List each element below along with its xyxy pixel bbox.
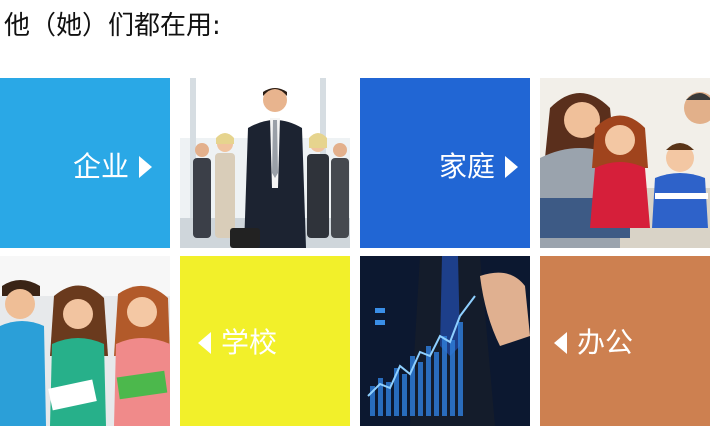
chevron-right-icon bbox=[505, 156, 518, 178]
tile-office-label: 办公 bbox=[577, 326, 634, 359]
tile-family[interactable]: 家庭 bbox=[360, 78, 530, 248]
page-heading: 他（她）们都在用: bbox=[4, 11, 221, 41]
tile-enterprise-label: 企业 bbox=[72, 150, 129, 183]
business-people-photo bbox=[180, 78, 350, 248]
tile-school-label: 学校 bbox=[221, 326, 278, 359]
business-growth-photo bbox=[360, 256, 530, 426]
tile-office[interactable]: 办公 bbox=[540, 256, 710, 426]
family-photo bbox=[540, 78, 710, 248]
chevron-right-icon bbox=[139, 156, 152, 178]
chevron-left-icon bbox=[554, 332, 567, 354]
chevron-left-icon bbox=[198, 332, 211, 354]
tile-family-label: 家庭 bbox=[438, 150, 495, 183]
tile-enterprise[interactable]: 企业 bbox=[0, 78, 170, 248]
tile-school[interactable]: 学校 bbox=[180, 256, 350, 426]
students-photo bbox=[0, 256, 170, 426]
